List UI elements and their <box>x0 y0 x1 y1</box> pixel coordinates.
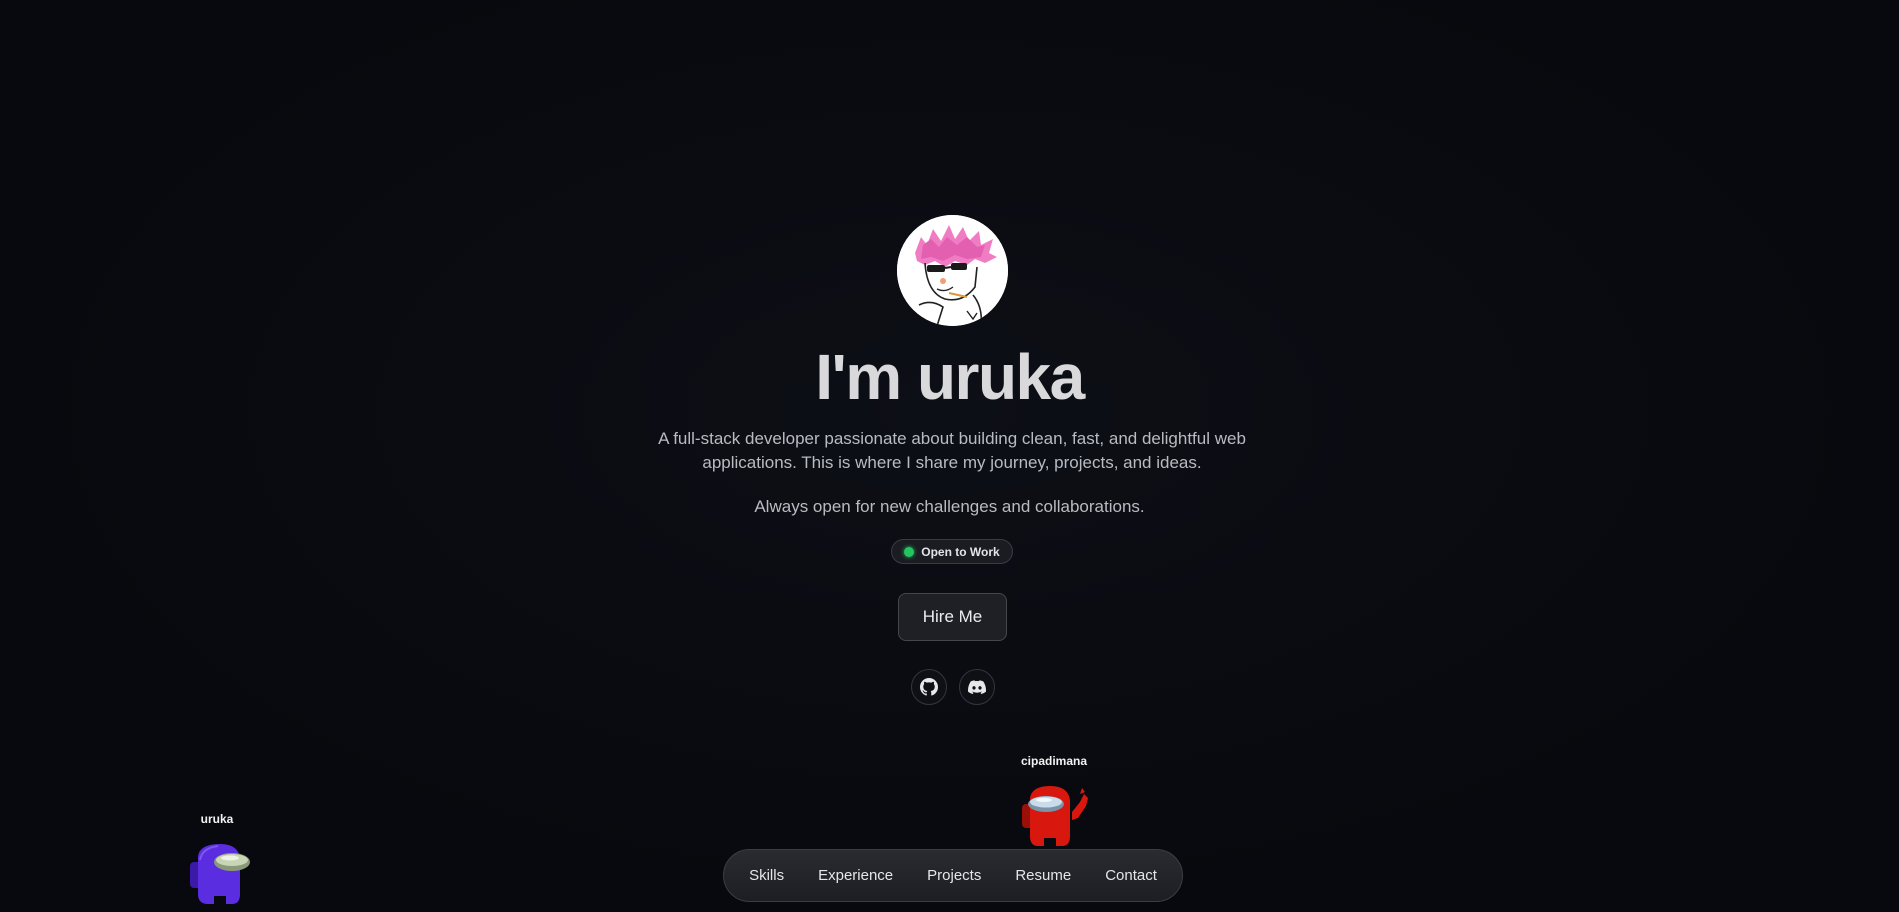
status-badge: Open to Work <box>891 539 1013 564</box>
status-label: Open to Work <box>921 544 1000 559</box>
discord-icon <box>968 680 986 694</box>
github-icon <box>920 678 938 696</box>
crewmate-purple-icon <box>190 844 250 904</box>
nav-item-contact[interactable]: Contact <box>1088 867 1174 884</box>
nav-item-skills[interactable]: Skills <box>732 867 801 884</box>
tagline-text: Always open for new challenges and colla… <box>754 497 1145 516</box>
page-title: I'm uruka <box>815 341 1085 413</box>
page: I'm uruka A full-stack developer passion… <box>0 0 1899 912</box>
discord-link[interactable] <box>959 669 995 705</box>
github-link[interactable] <box>911 669 947 705</box>
nav-item-experience[interactable]: Experience <box>801 867 910 884</box>
crewmate-red-icon <box>1022 786 1088 846</box>
bottom-navbar: Skills Experience Projects Resume Contac… <box>723 849 1183 902</box>
hire-me-button[interactable]: Hire Me <box>898 593 1007 641</box>
nav-item-projects[interactable]: Projects <box>910 867 998 884</box>
nav-item-resume[interactable]: Resume <box>998 867 1088 884</box>
player-name-uruka: uruka <box>200 812 234 826</box>
profile-avatar <box>897 215 1008 326</box>
status-dot-icon <box>904 546 915 557</box>
player-name-cipadimana: cipadimana <box>1020 754 1088 768</box>
bio-text: A full-stack developer passionate about … <box>658 429 1246 472</box>
